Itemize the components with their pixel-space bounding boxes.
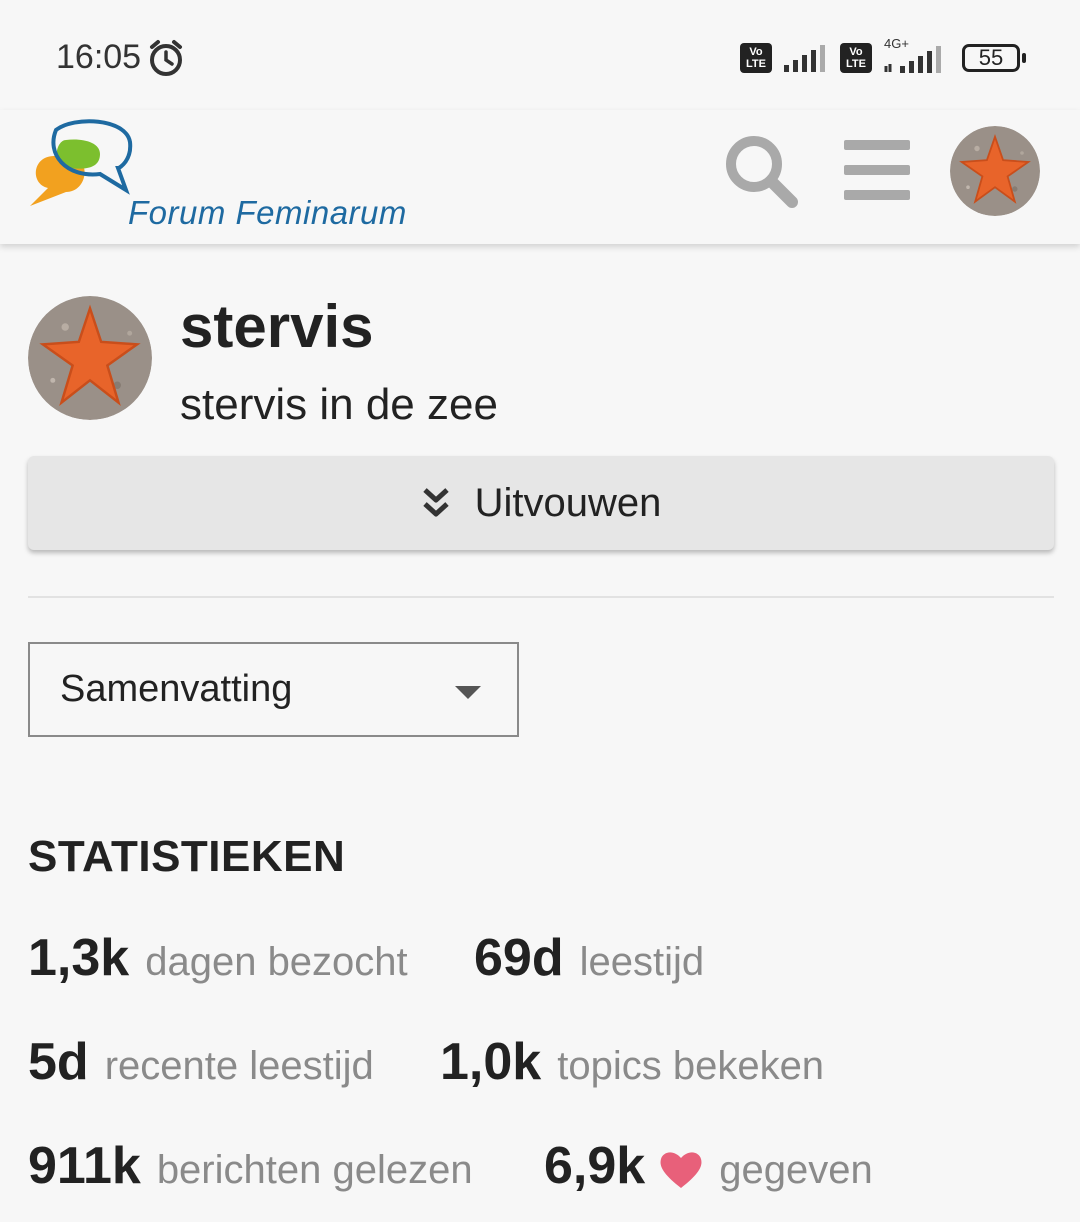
stat-label: berichten gelezen bbox=[156, 1148, 473, 1192]
view-select-dropdown[interactable]: Samenvatting bbox=[28, 642, 519, 737]
stats-heading: STATISTIEKEN bbox=[28, 832, 346, 881]
starfish-avatar-icon bbox=[28, 296, 152, 420]
stat-value: 69d bbox=[474, 929, 564, 987]
select-value: Samenvatting bbox=[60, 668, 293, 710]
stat-label: leestijd bbox=[579, 940, 705, 984]
status-bar: 16:05 Vo LTE Vo LTE 4G+ 55 bbox=[0, 0, 1080, 110]
stat-recent-read-time: 5d recente leestijd bbox=[28, 1032, 374, 1092]
profile-username: stervis bbox=[180, 293, 374, 360]
heart-icon bbox=[660, 1152, 702, 1188]
alarm-icon bbox=[150, 40, 182, 76]
volte-icon-2: Vo LTE bbox=[840, 43, 872, 73]
header-user-avatar[interactable] bbox=[950, 126, 1040, 216]
signal-4g-icon: 4G+ bbox=[882, 36, 952, 78]
stat-value: 911k bbox=[28, 1137, 141, 1195]
stat-posts-read: 911k berichten gelezen bbox=[28, 1136, 473, 1196]
stat-label: dagen bezocht bbox=[145, 940, 408, 984]
status-indicators: Vo LTE Vo LTE 4G+ 55 bbox=[740, 36, 1026, 78]
signal-icon bbox=[784, 45, 825, 72]
stat-likes-given: 6,9k gegeven bbox=[544, 1136, 873, 1196]
stat-value: 1,3k bbox=[28, 929, 130, 987]
profile-user-title: stervis in de zee bbox=[180, 380, 498, 429]
stat-topics-viewed: 1,0k topics bekeken bbox=[440, 1032, 824, 1092]
forum-logo[interactable]: Forum Feminarum bbox=[26, 118, 406, 238]
stat-value: 6,9k bbox=[544, 1137, 646, 1195]
stat-days-visited: 1,3k dagen bezocht bbox=[28, 928, 408, 988]
site-header: Forum Feminarum bbox=[0, 110, 1080, 244]
starfish-avatar-icon bbox=[950, 126, 1040, 216]
hamburger-menu-icon[interactable] bbox=[844, 140, 910, 200]
search-icon[interactable] bbox=[722, 132, 800, 210]
caret-down-icon bbox=[455, 686, 481, 699]
status-time: 16:05 bbox=[56, 38, 142, 76]
battery-icon: 55 bbox=[962, 44, 1026, 72]
expand-button-label: Uitvouwen bbox=[474, 480, 662, 525]
stat-value: 1,0k bbox=[440, 1033, 542, 1091]
expand-profile-button[interactable]: Uitvouwen bbox=[28, 456, 1054, 550]
stat-value: 5d bbox=[28, 1033, 89, 1091]
stat-label: topics bekeken bbox=[557, 1044, 825, 1088]
logo-text: Forum Feminarum bbox=[128, 194, 407, 231]
section-divider bbox=[28, 596, 1054, 598]
stat-label: recente leestijd bbox=[104, 1044, 374, 1088]
double-chevron-down-icon bbox=[422, 488, 449, 517]
stat-read-time: 69d leestijd bbox=[474, 928, 704, 988]
volte-icon: Vo LTE bbox=[740, 43, 772, 73]
stat-label: gegeven bbox=[719, 1148, 873, 1192]
profile-avatar[interactable] bbox=[28, 296, 152, 420]
